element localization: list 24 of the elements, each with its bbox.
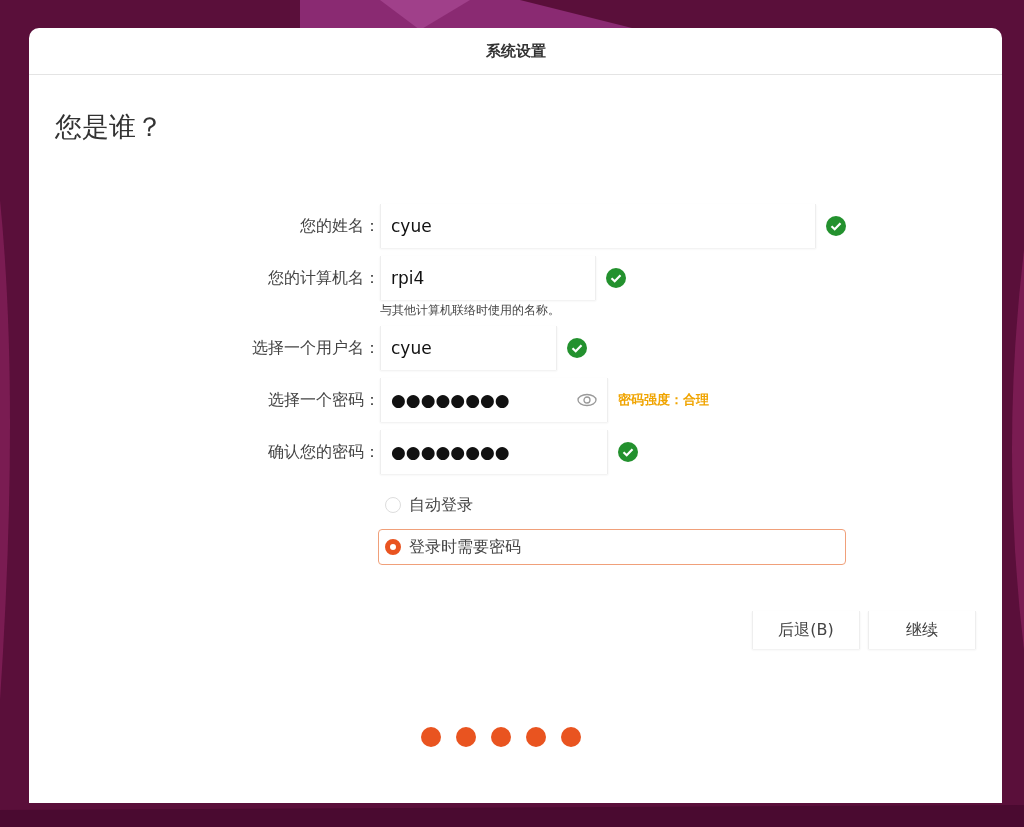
- radio-button[interactable]: [385, 539, 401, 555]
- nav-button[interactable]: 继续: [868, 611, 976, 649]
- page-heading: 您是谁？: [55, 110, 164, 144]
- field-label: 选择一个密码：: [267, 389, 380, 411]
- field-hint: 与其他计算机联络时使用的名称。: [380, 303, 560, 317]
- check-icon: [618, 442, 638, 462]
- radio-option[interactable]: 自动登录: [378, 487, 846, 523]
- field-label: 选择一个用户名：: [251, 337, 380, 359]
- check-icon: [567, 338, 587, 358]
- input-field[interactable]: cyue: [380, 204, 816, 248]
- window-title: 系统设置: [485, 41, 546, 61]
- input-field[interactable]: cyue: [380, 326, 557, 370]
- field-label: 确认您的密码：: [267, 441, 380, 463]
- field-label: 您的计算机名：: [267, 267, 380, 289]
- check-icon: [606, 268, 626, 288]
- input-field[interactable]: ●●●●●●●●: [380, 378, 608, 422]
- input-field[interactable]: ●●●●●●●●: [380, 430, 608, 474]
- field-label: 您的姓名：: [299, 215, 380, 237]
- check-icon: [826, 216, 846, 236]
- eye-icon[interactable]: [577, 393, 597, 407]
- radio-option[interactable]: 登录时需要密码: [378, 529, 846, 565]
- input-field[interactable]: rpi4: [380, 256, 596, 300]
- nav-button[interactable]: 后退(B): [752, 611, 860, 649]
- password-strength: 密码强度：合理: [618, 391, 709, 409]
